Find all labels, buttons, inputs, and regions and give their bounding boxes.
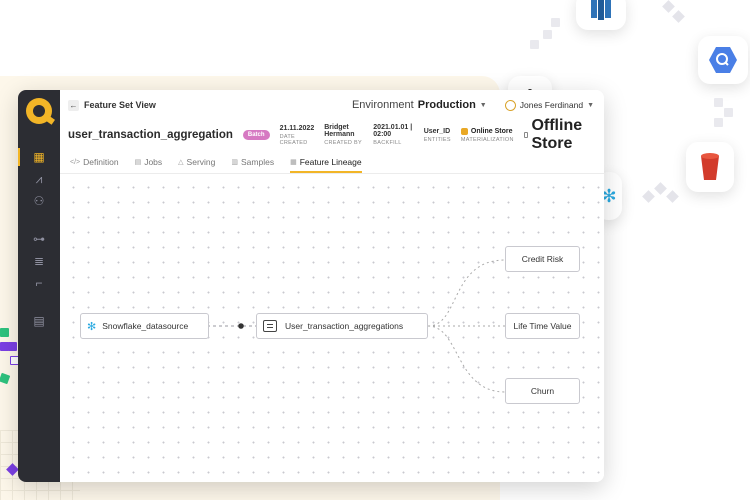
tab-samples[interactable]: ▥ Samples	[231, 157, 274, 173]
offline-store-label: Offline Store	[531, 117, 583, 152]
bigquery-icon	[709, 47, 737, 73]
lock-icon	[523, 132, 529, 138]
triangle-icon: △	[178, 159, 184, 166]
target-node-churn[interactable]: Churn	[505, 378, 580, 404]
offline-store: Offline Store	[523, 117, 596, 153]
branch-icon: ⌐	[35, 276, 43, 290]
breadcrumb: Feature Set View	[84, 100, 156, 110]
bigquery-tile	[698, 36, 748, 84]
status-badge: Batch	[242, 130, 270, 140]
pipeline-nav-item[interactable]: ⊶	[18, 228, 60, 250]
tab-label: Serving	[186, 157, 216, 167]
target-node-life-time-value[interactable]: Life Time Value	[505, 313, 580, 339]
code-icon: </>	[70, 158, 81, 166]
tab-serving[interactable]: △ Serving	[178, 157, 215, 173]
meta-key: DATE CREATED	[279, 133, 308, 146]
grid-icon: ▦	[33, 150, 45, 164]
feature-set-name: user_transaction_aggregation	[68, 129, 233, 141]
analytics-nav-item[interactable]: ⩘	[18, 168, 60, 190]
target-label: Credit Risk	[521, 254, 564, 264]
avatar	[504, 99, 516, 111]
database-icon: ≣	[33, 254, 45, 268]
redshift-tile	[576, 0, 626, 30]
online-store-row: Online Store	[460, 127, 514, 135]
top-bar: ← Feature Set View Environment Productio…	[60, 90, 604, 120]
lineage-icon: ▦	[290, 159, 297, 166]
lineage-nav-item[interactable]: ⌐	[18, 272, 60, 294]
chart-line-icon: ⩘	[35, 171, 43, 186]
tab-label: Definition	[83, 157, 119, 167]
qwak-logo[interactable]	[26, 98, 52, 124]
tab-label: Samples	[241, 157, 275, 167]
chevron-down-icon: ▼	[587, 101, 594, 109]
s3-tile	[686, 142, 734, 192]
docs-nav-item[interactable]: ▤	[18, 310, 60, 332]
online-store-label: Online Store	[470, 127, 513, 135]
feature-store-nav-item[interactable]: ▦	[18, 146, 60, 168]
meta-key: BACKFILL	[373, 140, 402, 146]
users-icon: ⚇	[33, 194, 45, 208]
meta-value: 2021.01.01 | 02:00	[373, 124, 413, 138]
team-nav-item[interactable]: ⚇	[18, 190, 60, 212]
user-menu[interactable]: Jones Ferdinand ▼	[504, 99, 594, 111]
tab-label: Jobs	[144, 157, 163, 167]
doc-icon: ▤	[134, 159, 142, 166]
tab-feature-lineage[interactable]: ▦ Feature Lineage	[290, 157, 362, 173]
meta-key: ENTITIES	[423, 136, 451, 143]
meta-value: User_ID	[423, 127, 451, 135]
materialization-label: MATERIALIZATION	[460, 136, 514, 143]
materialization-info: Online Store MATERIALIZATION	[460, 127, 514, 143]
meta-key: CREATED BY	[324, 140, 362, 146]
chevron-down-icon: ▼	[479, 101, 487, 109]
redshift-icon	[591, 0, 611, 20]
feature-set-icon	[263, 320, 277, 332]
meta-value: Bridget Hermann	[324, 124, 355, 138]
target-label: Churn	[530, 386, 555, 396]
meta-created-by: Bridget Hermann CREATED BY	[324, 124, 363, 146]
database-nav-item[interactable]: ≣	[18, 250, 60, 272]
tab-definition[interactable]: </> Definition	[70, 157, 119, 173]
chart-icon: ▥	[231, 159, 238, 166]
snowflake-icon: ✻	[87, 320, 97, 333]
lineage-canvas[interactable]: ✻ Snowflake_datasource User_transaction_…	[60, 174, 604, 482]
back-arrow-icon[interactable]: ←	[68, 99, 79, 111]
feature-set-info: user_transaction_aggregation Batch 21.11…	[60, 117, 604, 153]
environment-value: Production	[417, 99, 476, 111]
s3-bucket-icon	[701, 153, 719, 180]
app-window: ▦ ⩘ ⚇ ⊶ ≣ ⌐ ▤ ← Feature Set View Environ…	[18, 90, 604, 482]
feature-set-node-label: User_transaction_aggregations	[285, 321, 404, 331]
feature-set-node[interactable]: User_transaction_aggregations	[256, 313, 428, 339]
tab-label: Feature Lineage	[299, 157, 362, 167]
meta-value: 21.11.2022	[279, 124, 315, 132]
stage: ● ✻ ▦ ⩘ ⚇ ⊶ ≣ ⌐ ▤ ← Featur	[0, 0, 750, 500]
database-icon	[460, 127, 468, 135]
meta-entities: User_ID ENTITIES	[424, 128, 451, 143]
sidebar-rail: ▦ ⩘ ⚇ ⊶ ≣ ⌐ ▤	[18, 90, 60, 482]
tab-jobs[interactable]: ▤ Jobs	[135, 157, 163, 173]
pipeline-icon: ⊶	[33, 232, 45, 246]
target-label: Life Time Value	[513, 321, 572, 331]
environment-selector[interactable]: Environment Production ▼	[352, 99, 487, 111]
target-node-credit-risk[interactable]: Credit Risk	[505, 246, 580, 272]
source-label: Snowflake_datasource	[102, 321, 189, 331]
meta-date-created: 21.11.2022 DATE CREATED	[280, 125, 315, 146]
tab-bar: </> Definition ▤ Jobs △ Serving ▥ Samples ▦ F…	[60, 150, 604, 174]
meta-backfill: 2021.01.01 | 02:00 BACKFILL	[373, 124, 413, 146]
document-icon: ▤	[33, 314, 45, 328]
main-content: ← Feature Set View Environment Productio…	[60, 90, 604, 482]
user-name: Jones Ferdinand	[519, 100, 584, 110]
source-node[interactable]: ✻ Snowflake_datasource	[80, 313, 209, 339]
environment-label: Environment	[351, 99, 414, 111]
